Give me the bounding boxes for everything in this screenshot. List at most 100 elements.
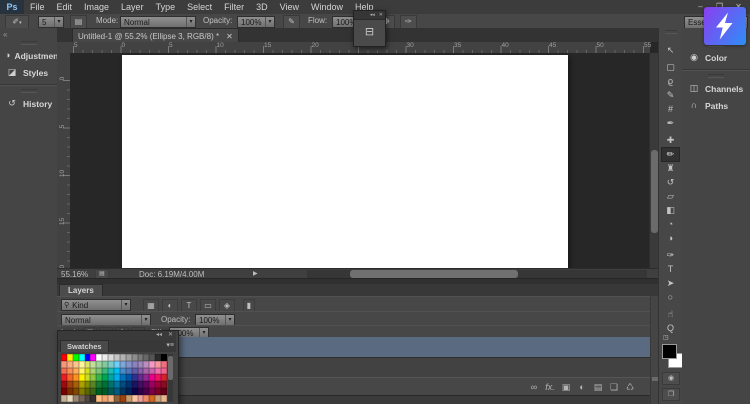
horizontal-scrollbar-thumb[interactable]: [350, 270, 518, 278]
menu-item-type[interactable]: Type: [150, 0, 182, 14]
swatches-scrollbar-thumb[interactable]: [168, 356, 173, 380]
swatch-row: [61, 368, 167, 375]
panel-group-grip[interactable]: [708, 74, 724, 78]
screen-mode-button[interactable]: ❐: [662, 388, 680, 401]
menu-item-select[interactable]: Select: [181, 0, 218, 14]
brush-size-value: 5: [39, 18, 54, 27]
layer-group-icon[interactable]: ▤: [590, 379, 606, 395]
document-tab-title: Untitled-1 @ 55.2% (Ellipse 3, RGB/8) *: [78, 32, 219, 41]
tab-close-icon[interactable]: ✕: [226, 32, 233, 41]
path-selection-tool[interactable]: ➤: [662, 277, 679, 290]
layer-mask-icon[interactable]: ▣: [558, 379, 574, 395]
pressure-size-button[interactable]: ✑: [400, 15, 417, 29]
color-swatch[interactable]: [161, 361, 167, 368]
floating-panel-header: ◂◂✕: [354, 11, 385, 20]
brush-size-field[interactable]: 5 ▾: [38, 16, 64, 28]
sidebar-item-channels[interactable]: ◫Channels: [682, 80, 750, 97]
brush-size-arrow-icon[interactable]: ▾: [54, 17, 63, 27]
move-tool[interactable]: ↖: [662, 44, 679, 57]
clone-stamp-tool[interactable]: ♜: [662, 162, 679, 175]
sidebar-item-label: Channels: [701, 84, 743, 94]
dodge-tool[interactable]: ◑: [662, 232, 679, 245]
type-tool[interactable]: T: [662, 263, 679, 276]
sidebar-item-history[interactable]: ↺History: [0, 95, 57, 112]
blend-mode-dropdown[interactable]: Normal ▾: [120, 16, 196, 28]
toolbar-grip[interactable]: [665, 30, 677, 34]
link-layers-icon[interactable]: ∞: [526, 379, 542, 395]
toolbar: ↖▢ϱ✎#✒✚✏♜↺▱◧◔◑✑T➤○☝Q ◳ ◉ ❐: [658, 28, 683, 404]
sidebar-item-color[interactable]: ◉Color: [682, 49, 750, 66]
hand-tool[interactable]: ☝: [662, 308, 679, 321]
menu-item-window[interactable]: Window: [305, 0, 349, 14]
foreground-color-swatch[interactable]: [662, 344, 677, 359]
color-swatch[interactable]: [161, 368, 167, 375]
blur-tool[interactable]: ◔: [662, 218, 679, 231]
photoshop-logo[interactable]: Ps: [0, 0, 24, 14]
rectangular-marquee-tool[interactable]: ▢: [662, 61, 679, 74]
crop-tool[interactable]: #: [662, 103, 679, 116]
document-window: Untitled-1 @ 55.2% (Ellipse 3, RGB/8) * …: [57, 28, 658, 284]
tool-preset-picker[interactable]: ✐▾: [5, 15, 29, 29]
panel-group-grip[interactable]: [21, 41, 37, 45]
vertical-scrollbar-thumb[interactable]: [651, 150, 658, 233]
tab-swatches[interactable]: Swatches: [60, 340, 109, 352]
swatches-scrollbar[interactable]: [168, 354, 173, 402]
menu-item-filter[interactable]: Filter: [218, 0, 250, 14]
dock-separator: [0, 84, 57, 86]
menu-item-3d[interactable]: 3D: [250, 0, 274, 14]
pressure-size-icon: ✑: [405, 17, 412, 26]
horizontal-scrollbar[interactable]: [307, 270, 647, 278]
default-colors-icon[interactable]: ◳: [663, 334, 669, 341]
quick-selection-tool[interactable]: ✎: [662, 89, 679, 102]
color-swatch[interactable]: [161, 381, 167, 388]
right-panel-dock: « ◉Color◫Channels∩Paths: [682, 28, 750, 404]
toggle-brush-panel-button[interactable]: ▤: [70, 15, 87, 29]
status-flyout-icon[interactable]: ▶: [253, 270, 258, 277]
sidebar-item-label: History: [19, 99, 52, 109]
collapse-panel-icon[interactable]: ◂◂: [368, 12, 377, 18]
pen-tool[interactable]: ✑: [662, 249, 679, 262]
menu-item-edit[interactable]: Edit: [51, 0, 79, 14]
new-adjustment-layer-icon[interactable]: ◐: [574, 379, 590, 395]
color-swatch[interactable]: [161, 395, 167, 402]
lasso-tool[interactable]: ϱ: [662, 75, 679, 88]
opacity-label: Opacity:: [203, 14, 232, 28]
brush-tool[interactable]: ✏: [662, 148, 679, 161]
close-panel-icon[interactable]: ✕: [165, 332, 176, 338]
spot-healing-brush-tool[interactable]: ✚: [662, 134, 679, 147]
gradient-tool[interactable]: ◧: [662, 204, 679, 217]
sidebar-item-paths[interactable]: ∩Paths: [682, 97, 750, 114]
eraser-tool[interactable]: ▱: [662, 190, 679, 203]
swatches-tab-row: Swatches ▾≡: [58, 340, 176, 352]
menu-item-view[interactable]: View: [274, 0, 305, 14]
canvas[interactable]: [122, 55, 568, 268]
document-tab[interactable]: Untitled-1 @ 55.2% (Ellipse 3, RGB/8) * …: [72, 28, 239, 43]
panel-group-grip[interactable]: [21, 89, 37, 93]
brush-panel-icon: ▤: [75, 17, 83, 26]
blend-mode-row: Normal ▾ Opacity: 100% ▾: [57, 311, 658, 326]
collapse-panel-icon[interactable]: ◂◂: [153, 332, 165, 338]
new-layer-icon[interactable]: ❏: [606, 379, 622, 395]
brush-panel-button[interactable]: ⊟: [354, 20, 385, 44]
quick-mask-button[interactable]: ◉: [662, 372, 680, 385]
layer-effects-icon[interactable]: fx.: [542, 379, 558, 395]
sidebar-item-adjustments[interactable]: ◑Adjustments: [0, 47, 57, 64]
close-panel-icon[interactable]: ✕: [377, 12, 385, 18]
history-brush-tool[interactable]: ↺: [662, 176, 679, 189]
panel-menu-icon[interactable]: ▾≡: [166, 341, 174, 349]
menu-item-file[interactable]: File: [24, 0, 51, 14]
menu-item-layer[interactable]: Layer: [115, 0, 150, 14]
pressure-opacity-button[interactable]: ✎: [283, 15, 300, 29]
layer-filter-dropdown[interactable]: ⚲ Kind ▾: [61, 299, 131, 311]
ellipse-tool[interactable]: ○: [662, 291, 679, 304]
delete-layer-icon[interactable]: ♺: [622, 379, 638, 395]
swatch-grid: [61, 354, 167, 402]
opacity-dropdown[interactable]: 100% ▾: [237, 16, 275, 28]
menu-item-image[interactable]: Image: [78, 0, 115, 14]
color-swatch[interactable]: [161, 388, 167, 395]
eyedropper-tool[interactable]: ✒: [662, 117, 679, 130]
color-swatch[interactable]: [161, 374, 167, 381]
color-swatch[interactable]: [161, 354, 167, 361]
sidebar-item-styles[interactable]: ◪Styles: [0, 64, 57, 81]
left-panel-dock: « ◑Adjustments◪Styles↺History: [0, 28, 58, 404]
